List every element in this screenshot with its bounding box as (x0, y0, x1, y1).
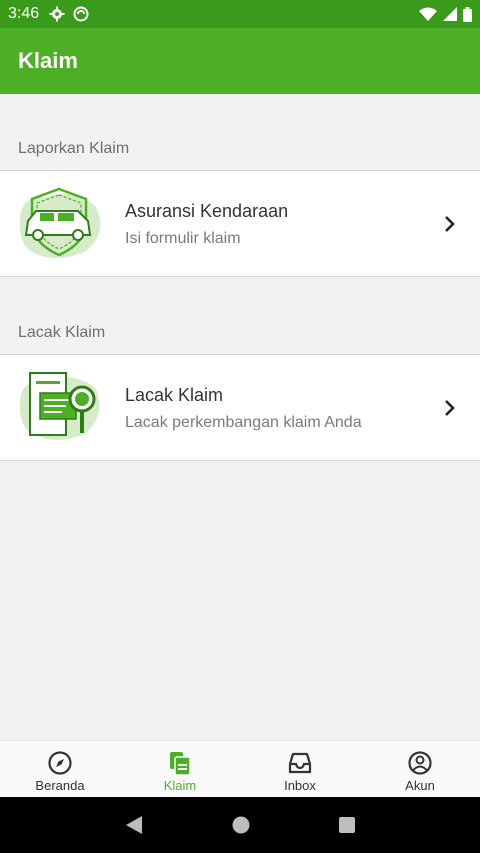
car-shield-illustration (19, 187, 101, 258)
status-left-icons (49, 6, 89, 22)
bottom-navigation: Beranda Klaim Inbox Akun (0, 740, 480, 797)
documents-icon (170, 751, 191, 776)
nav-label: Beranda (35, 777, 85, 793)
signal-icon (443, 7, 457, 21)
main-content: Laporkan Klaim Asuransi Kendaraan Isi fo… (0, 94, 480, 740)
card-subtitle: Lacak perkembangan klaim Anda (125, 414, 362, 431)
nav-item-inbox[interactable]: Inbox (240, 741, 360, 797)
card-title: Lacak Klaim (125, 385, 224, 405)
track-claim-text: Lacak Klaim Lacak perkembangan klaim And… (125, 385, 362, 432)
nav-item-klaim[interactable]: Klaim (120, 741, 240, 797)
status-bar: 3:46 (0, 0, 480, 28)
wifi-icon (419, 7, 437, 21)
app-bar: Klaim (0, 28, 480, 94)
page-title: Klaim (18, 48, 78, 73)
settings-icon (49, 6, 65, 22)
inbox-icon (288, 752, 312, 773)
chevron-right-icon (445, 400, 455, 416)
system-navigation-bar (0, 797, 480, 853)
battery-icon (463, 6, 472, 22)
compass-icon (48, 750, 72, 775)
section-label-report: Laporkan Klaim (18, 140, 130, 157)
nav-label: Akun (405, 777, 435, 793)
track-claim-card[interactable]: Lacak Klaim Lacak perkembangan klaim And… (0, 354, 480, 461)
status-right-icons (419, 6, 472, 22)
recents-icon[interactable] (338, 816, 356, 834)
nav-item-beranda[interactable]: Beranda (0, 741, 120, 797)
back-icon[interactable] (124, 814, 144, 836)
nav-label: Klaim (163, 777, 197, 793)
section-label-track: Lacak Klaim (18, 324, 106, 341)
nav-item-akun[interactable]: Akun (360, 741, 480, 797)
card-subtitle: Isi formulir klaim (125, 230, 241, 247)
vehicle-insurance-card[interactable]: Asuransi Kendaraan Isi formulir klaim (0, 170, 480, 277)
document-search-illustration (19, 372, 100, 440)
sync-icon (73, 6, 89, 22)
home-icon[interactable] (231, 815, 251, 835)
status-time: 3:46 (8, 5, 40, 22)
nav-label: Inbox (284, 777, 316, 793)
account-icon (408, 750, 432, 775)
vehicle-insurance-text: Asuransi Kendaraan Isi formulir klaim (125, 201, 288, 248)
card-title: Asuransi Kendaraan (125, 201, 289, 221)
chevron-right-icon (445, 216, 455, 232)
